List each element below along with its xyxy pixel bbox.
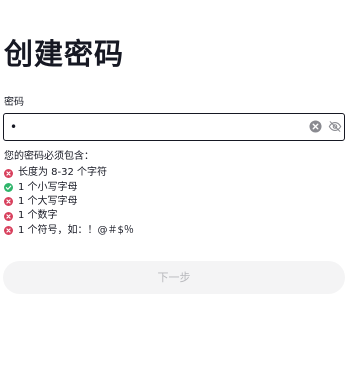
page-title: 创建密码 bbox=[4, 37, 125, 71]
requirements-heading: 您的密码必须包含： bbox=[4, 151, 94, 162]
password-label: 密码 bbox=[4, 97, 24, 108]
requirement-text: 1 个大写字母 bbox=[18, 195, 78, 207]
requirement-lowercase: 1 个小写字母 bbox=[4, 180, 134, 194]
x-circle-icon bbox=[4, 197, 13, 207]
password-field bbox=[3, 113, 345, 141]
requirement-uppercase: 1 个大写字母 bbox=[4, 195, 134, 209]
x-circle-icon bbox=[4, 168, 13, 178]
x-circle-icon bbox=[4, 226, 13, 236]
requirements-list: 长度为 8-32 个字符 1 个小写字母 1 个大写字母 1 个数字 1 个符号… bbox=[4, 166, 134, 238]
check-circle-icon bbox=[4, 183, 13, 193]
requirement-text: 长度为 8-32 个字符 bbox=[18, 167, 108, 179]
eye-slash-icon[interactable] bbox=[328, 120, 342, 133]
password-input[interactable] bbox=[10, 116, 300, 138]
requirement-text: 1 个数字 bbox=[18, 210, 58, 222]
requirement-text: 1 个小写字母 bbox=[18, 181, 78, 193]
requirement-length: 长度为 8-32 个字符 bbox=[4, 166, 134, 180]
clear-icon[interactable] bbox=[309, 120, 322, 133]
requirement-number: 1 个数字 bbox=[4, 209, 134, 223]
requirement-text: 1 个符号，如：！@＃$％ bbox=[18, 224, 134, 236]
requirement-symbol: 1 个符号，如：！@＃$％ bbox=[4, 224, 134, 238]
next-button[interactable]: 下一步 bbox=[3, 261, 345, 294]
x-circle-icon bbox=[4, 211, 13, 221]
